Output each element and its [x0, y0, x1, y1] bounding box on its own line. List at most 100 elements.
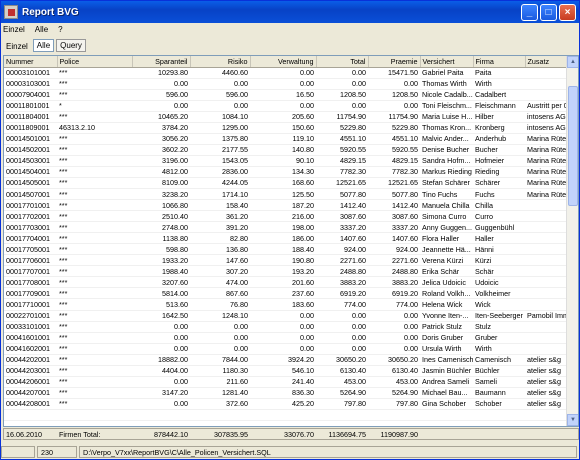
data-grid[interactable]: Nummer Police Sparanteil Risiko Verwaltung To…	[3, 55, 579, 427]
table-row[interactable]: 00014501001 *** 3056.20 1375.80 119.10 4551.1…	[4, 133, 567, 145]
table-row[interactable]: 00011809001 46313.2.10 3784.20 1295.00 150.6…	[4, 122, 567, 134]
menu-alle[interactable]: Alle	[35, 25, 48, 34]
table-cell: 1248.10	[190, 310, 250, 322]
table-cell: 0.00	[132, 343, 190, 355]
table-cell: 5229.80	[368, 122, 420, 134]
table-row[interactable]: 00017705001 *** 598.80 136.80 188.40 924.00 92…	[4, 243, 567, 256]
column-header[interactable]: Total	[316, 56, 369, 68]
table-cell: 0.00	[316, 67, 368, 79]
tab-einzel[interactable]: Einzel	[3, 41, 31, 52]
table-row[interactable]: 00014502001 *** 3602.20 2177.55 140.80 5920.5…	[4, 144, 567, 156]
column-header[interactable]: Sparanteil	[132, 56, 191, 68]
column-header[interactable]: Risiko	[190, 56, 251, 68]
table-row[interactable]: 00044208001 *** 0.00 372.60 425.20 797.80 797.…	[4, 398, 567, 410]
close-button[interactable]: ×	[559, 3, 576, 21]
table-row[interactable]: 00044202001 *** 18882.00 7844.00 3924.20 3065…	[4, 354, 567, 366]
table-cell: ***	[57, 387, 132, 399]
table-cell: 1208.50	[368, 89, 420, 101]
table-cell: ***	[57, 111, 132, 123]
column-header[interactable]: Nummer	[4, 56, 58, 68]
table-cell: ***	[57, 199, 132, 212]
table-row[interactable]: 00044203001 *** 4404.00 1180.30 546.10 6130.4…	[4, 365, 567, 377]
table-row[interactable]: 00017708001 *** 3207.60 474.00 201.60 3883.20…	[4, 276, 567, 289]
table-row[interactable]: 00017702001 *** 2510.40 361.20 216.00 3087.60…	[4, 210, 567, 223]
table-cell: 2836.00	[190, 166, 250, 178]
table-cell: 00044202001	[4, 354, 57, 366]
table-row[interactable]: 00014507001 *** 3238.20 1714.10 125.50 5077.8…	[4, 188, 567, 201]
table-cell: Büchler	[473, 365, 525, 377]
maximize-button[interactable]: □	[540, 3, 557, 21]
table-cell: 0.00	[132, 376, 190, 388]
totals-label: Firmen Total:	[59, 429, 101, 439]
table-cell	[525, 89, 567, 101]
table-cell: 797.80	[316, 398, 368, 410]
table-cell: ***	[57, 398, 132, 410]
table-row[interactable]: 00017706001 *** 1933.20 147.60 190.80 2271.60…	[4, 254, 567, 267]
table-cell: Cadalbert	[473, 89, 525, 101]
table-row[interactable]: 00014504001 *** 4812.00 2836.00 134.30 7782.3…	[4, 166, 567, 178]
tab-query[interactable]: Query	[56, 39, 86, 52]
column-header[interactable]: Praemie	[368, 56, 421, 68]
table-cell: 00017705001	[4, 243, 57, 256]
table-cell: Anny Guggen...	[420, 221, 473, 234]
table-cell: 0.00	[250, 100, 316, 112]
column-header[interactable]: Police	[57, 56, 133, 68]
table-cell: 147.60	[190, 254, 250, 267]
minimize-button[interactable]: _	[521, 3, 538, 21]
table-cell: 158.40	[190, 199, 250, 212]
scroll-down-icon[interactable]: ▼	[567, 414, 578, 426]
table-cell: 7782.30	[316, 166, 368, 178]
table-cell: Jasmin Büchler	[420, 365, 473, 377]
column-header[interactable]: Verwaltung	[250, 56, 317, 68]
table-cell: 1281.40	[190, 387, 250, 399]
table-cell: Marina Rüten...	[525, 188, 567, 201]
table-row[interactable]: 00017707001 *** 1988.40 307.20 193.20 2488.80…	[4, 265, 567, 278]
table-row[interactable]: 00022701001 *** 1642.50 1248.10 0.00 0.00 0.00…	[4, 310, 567, 322]
table-row[interactable]	[4, 409, 567, 422]
table-cell: Volkheimer	[473, 287, 525, 300]
table-row[interactable]: 00003103001 *** 0.00 0.00 0.00 0.00 0.00 Thomas…	[4, 78, 567, 90]
table-row[interactable]: 00011804001 *** 10465.20 1084.10 205.60 11754…	[4, 111, 567, 123]
table-cell: 0.00	[190, 321, 250, 333]
table-cell: Marina Rüten...	[525, 166, 567, 178]
totals-date: 16.06.2010	[6, 429, 42, 439]
menu-einzel[interactable]: Einzel	[3, 25, 25, 34]
table-cell: 0.00	[132, 398, 190, 410]
table-row[interactable]: 00017709001 *** 5814.00 867.60 237.60 6919.20…	[4, 287, 567, 300]
table-row[interactable]: 00014505001 *** 8109.00 4244.05 168.60 12521.…	[4, 177, 567, 190]
tab-alle[interactable]: Alle	[32, 39, 55, 52]
table-cell: ***	[57, 343, 132, 355]
column-header[interactable]: Zusatz	[525, 56, 568, 68]
table-row[interactable]: 00017704001 *** 1138.80 82.80 186.00 1407.60 1…	[4, 232, 567, 245]
table-row[interactable]: 00033101001 *** 0.00 0.00 0.00 0.00 0.00 Patric…	[4, 321, 567, 333]
table-row[interactable]: 00017703001 *** 2748.00 391.20 198.00 3337.20…	[4, 221, 567, 234]
table-row[interactable]: 00017710001 *** 513.60 76.80 183.60 774.00 774…	[4, 298, 567, 311]
vertical-scrollbar[interactable]: ▲ ▼	[566, 56, 578, 426]
table-cell	[525, 332, 567, 344]
column-header[interactable]: Versichert	[420, 56, 474, 68]
table-cell: ***	[57, 254, 132, 267]
table-row[interactable]: 00041601001 *** 0.00 0.00 0.00 0.00 0.00 Doris …	[4, 332, 567, 344]
table-row[interactable]: 00007904001 *** 596.00 596.00 16.50 1208.50 12…	[4, 89, 567, 101]
table-row[interactable]: 00011801001 * 0.00 0.00 0.00 0.00 0.00 Toni Fle…	[4, 100, 567, 112]
table-cell: 307.20	[190, 265, 250, 278]
table-cell: 00014502001	[4, 144, 57, 156]
table-row[interactable]: 00044206001 *** 0.00 211.60 241.40 453.00 453.…	[4, 376, 567, 388]
table-row[interactable]: 00003101001 *** 10293.80 4460.60 0.00 0.00 154…	[4, 67, 567, 79]
table-cell: 0.00	[316, 321, 368, 333]
table-row[interactable]: 00044207001 *** 3147.20 1281.40 836.30 5264.9…	[4, 387, 567, 399]
table-cell: atelier s&g	[525, 376, 567, 388]
table-cell: 924.00	[368, 243, 420, 256]
column-header[interactable]: Firma	[473, 56, 526, 68]
table-cell: 5814.00	[132, 287, 190, 300]
table-row[interactable]: 00017701001 *** 1066.80 158.40 187.20 1412.40…	[4, 199, 567, 212]
table-cell: Thomas Kron...	[420, 122, 473, 134]
menu-help[interactable]: ?	[58, 25, 62, 34]
table-row[interactable]: 00041602001 *** 0.00 0.00 0.00 0.00 0.00 Ursula…	[4, 343, 567, 355]
table-cell: 1412.40	[368, 199, 420, 212]
scroll-thumb[interactable]	[568, 86, 578, 206]
scroll-up-icon[interactable]: ▲	[567, 56, 578, 68]
table-cell: 00007904001	[4, 89, 57, 101]
table-cell: 425.20	[250, 398, 316, 410]
table-row[interactable]: 00014503001 *** 3196.00 1543.05 90.10 4829.15…	[4, 155, 567, 167]
